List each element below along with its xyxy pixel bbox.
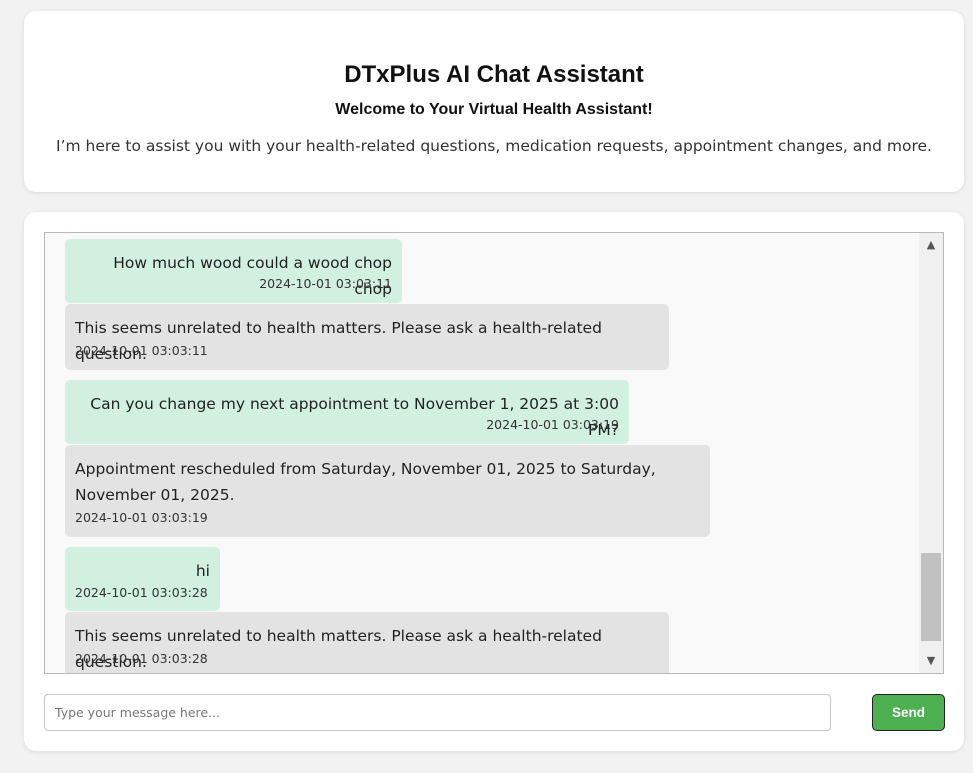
page-title: DTxPlus AI Chat Assistant [344, 61, 644, 88]
user-message: How much wood could a wood chop chop 202… [65, 239, 402, 303]
message-text: Appointment rescheduled from Saturday, N… [75, 460, 656, 504]
message-timestamp: 2024-10-01 03:03:11 [259, 276, 392, 291]
message-timestamp: 2024-10-01 03:03:19 [75, 510, 208, 525]
message-timestamp: 2024-10-01 03:03:28 [75, 651, 208, 666]
scroll-up-arrow-icon[interactable]: ▲ [919, 233, 943, 257]
bot-message: Appointment rescheduled from Saturday, N… [65, 445, 710, 537]
user-message: Can you change my next appointment to No… [65, 380, 629, 444]
welcome-subtitle: Welcome to Your Virtual Health Assistant… [335, 101, 653, 118]
user-message: hi 2024-10-01 03:03:28 [65, 547, 220, 611]
message-text: This seems unrelated to health matters. … [75, 627, 602, 671]
scrollbar-thumb[interactable] [921, 553, 941, 641]
bot-message: This seems unrelated to health matters. … [65, 612, 669, 673]
header-card: DTxPlus AI Chat Assistant Welcome to You… [24, 11, 964, 192]
bot-message: This seems unrelated to health matters. … [65, 304, 669, 370]
chat-scrollbar[interactable]: ▲ ▼ [919, 233, 943, 673]
message-timestamp: 2024-10-01 03:03:28 [75, 585, 208, 600]
chat-card: How much wood could a wood chop chop 202… [24, 212, 964, 751]
intro-text: I’m here to assist you with your health-… [56, 137, 932, 155]
message-text: This seems unrelated to health matters. … [75, 319, 602, 363]
message-input[interactable] [44, 694, 831, 731]
message-timestamp: 2024-10-01 03:03:11 [75, 343, 208, 358]
scroll-down-arrow-icon[interactable]: ▼ [919, 649, 943, 673]
chat-window[interactable]: How much wood could a wood chop chop 202… [44, 232, 944, 674]
send-button[interactable]: Send [872, 694, 945, 731]
message-text: hi [195, 562, 210, 580]
message-timestamp: 2024-10-01 03:03:19 [486, 417, 619, 432]
